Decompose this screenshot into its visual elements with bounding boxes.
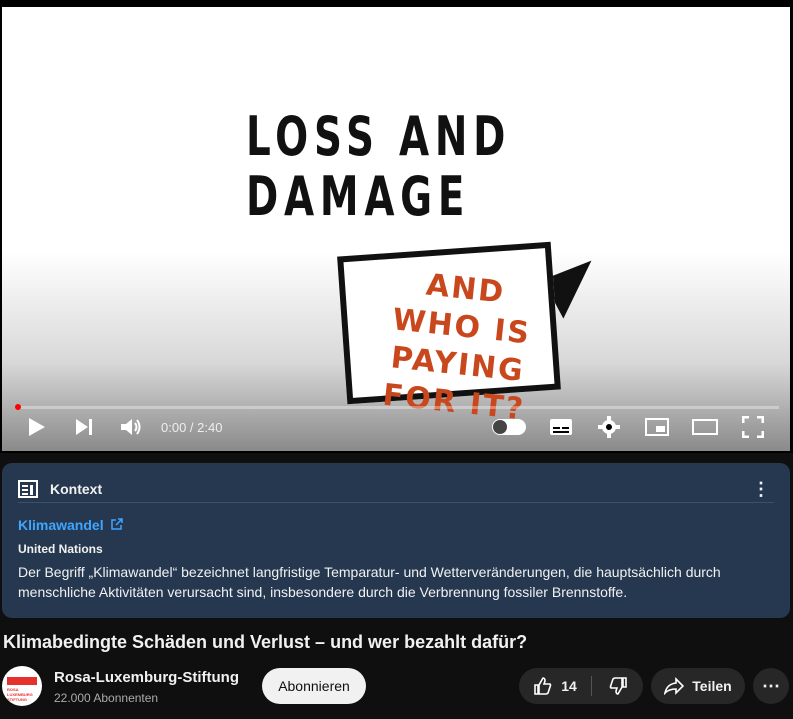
external-link-icon [111,518,124,530]
speech-bubble: AND WHO IS PAYING FOR IT? [337,241,561,427]
context-body: Der Begriff „Klimawandel“ bezeichnet lan… [18,564,721,600]
theater-icon [692,419,718,435]
context-panel: Kontext ⋮ Klimawandel United Nations Der… [2,463,790,618]
play-button[interactable] [26,414,48,440]
autoplay-toggle[interactable] [492,419,526,435]
progress-scrubber[interactable] [15,404,21,410]
subscribe-button[interactable]: Abonnieren [262,668,366,704]
share-label: Teilen [692,678,732,694]
settings-icon [598,416,620,438]
miniplayer-icon [645,418,669,436]
like-dislike-group: 14 [519,668,643,704]
context-title: Kontext [50,480,103,497]
volume-button[interactable] [119,414,143,440]
autoplay-knob [493,420,507,434]
context-list-icon [18,479,38,498]
channel-avatar[interactable]: ROSA LUXEMBURG STIFTUNG [2,666,42,706]
play-icon [29,418,45,436]
progress-bar[interactable] [15,404,779,410]
context-source: United Nations [18,542,103,556]
fullscreen-button[interactable] [741,414,765,440]
like-button[interactable]: 14 [519,668,591,704]
next-button[interactable] [73,414,95,440]
subscriber-count: 22.000 Abonnenten [54,691,159,705]
avatar-logo-bar [7,677,37,685]
more-actions-button[interactable]: ⋯ [753,668,789,704]
share-button[interactable]: Teilen [651,668,745,704]
thumbs-up-icon [534,677,552,695]
context-more-icon[interactable]: ⋮ [752,479,770,500]
video-player[interactable]: LOSS AND DAMAGE AND WHO IS PAYING FOR IT… [0,0,793,453]
video-title: Klimabedingte Schäden und Verlust – und … [3,632,528,652]
context-link[interactable]: Klimawandel [18,517,124,533]
like-count: 14 [561,678,577,694]
context-link-label[interactable]: Klimawandel [18,517,104,533]
theater-button[interactable] [692,414,718,440]
share-icon [664,677,685,695]
subtitles-button[interactable] [549,414,573,440]
avatar-logo-text: ROSA LUXEMBURG STIFTUNG [7,687,33,702]
dislike-button[interactable] [592,668,643,704]
context-header: Kontext ⋮ [18,475,774,503]
subtitles-icon [550,419,572,435]
volume-icon [121,419,141,435]
next-icon [76,419,92,435]
miniplayer-button[interactable] [644,414,670,440]
settings-button[interactable] [597,414,621,440]
channel-name[interactable]: Rosa-Luxemburg-Stiftung [54,669,239,686]
frame-title: LOSS AND DAMAGE [246,105,512,228]
time-display: 0:00 / 2:40 [161,420,223,435]
video-frame[interactable]: LOSS AND DAMAGE AND WHO IS PAYING FOR IT… [2,7,790,451]
fullscreen-icon [742,416,764,438]
thumbs-down-icon [609,677,627,695]
